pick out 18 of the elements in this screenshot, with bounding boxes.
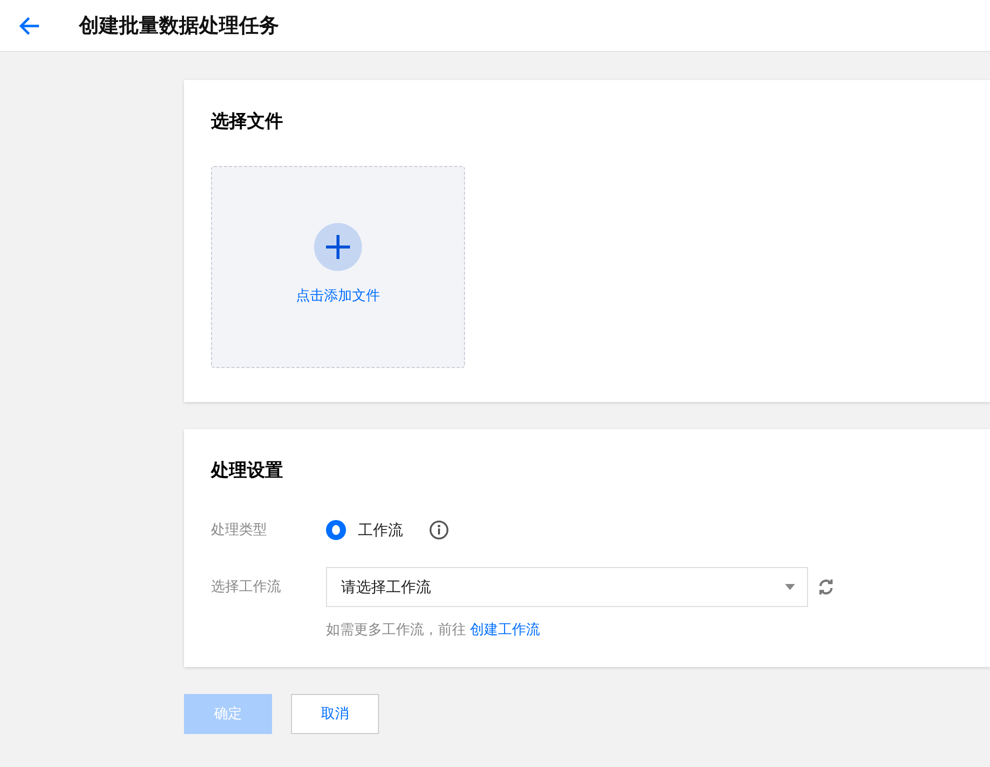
field-label: 处理类型 xyxy=(211,521,268,539)
workflow-select[interactable]: 请选择工作流 xyxy=(326,567,808,607)
upload-label: 点击添加文件 xyxy=(296,287,380,305)
create-workflow-link[interactable]: 创建工作流 xyxy=(470,621,540,637)
info-icon[interactable] xyxy=(429,520,449,540)
radio-button[interactable] xyxy=(326,520,346,540)
refresh-icon[interactable] xyxy=(817,578,835,596)
section-title: 选择文件 xyxy=(211,110,284,133)
field-label: 选择工作流 xyxy=(211,578,282,596)
cancel-button[interactable]: 取消 xyxy=(291,694,379,734)
page-title: 创建批量数据处理任务 xyxy=(79,14,279,39)
back-arrow-icon[interactable] xyxy=(19,14,41,36)
caret-icon xyxy=(785,584,795,590)
hint-text: 如需更多工作流，前往 xyxy=(326,621,467,637)
upload-area[interactable]: 点击添加文件 xyxy=(211,166,465,368)
plus-icon xyxy=(314,223,362,271)
section-title: 处理设置 xyxy=(211,459,284,482)
radio-label[interactable]: 工作流 xyxy=(358,520,403,540)
